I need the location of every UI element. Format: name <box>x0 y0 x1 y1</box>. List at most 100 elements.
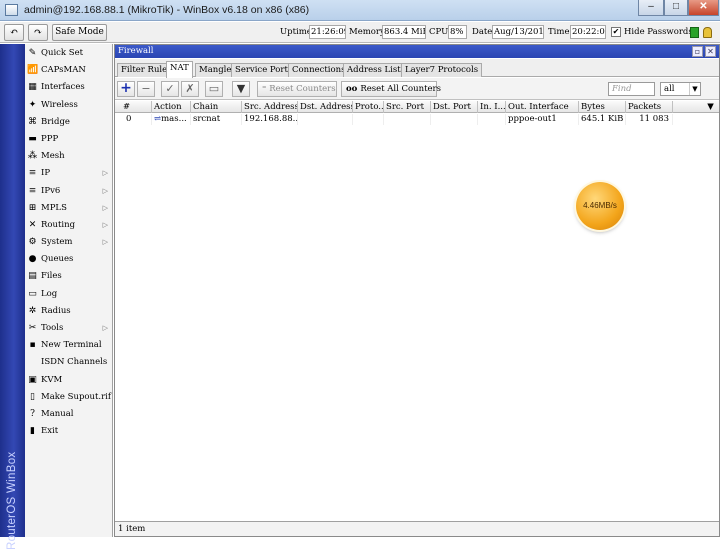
reset-all-counters-button[interactable]: oo Reset All Counters <box>341 81 441 97</box>
cell-chain: srcnat <box>191 114 242 125</box>
sidebar-item-label: Routing <box>41 219 76 230</box>
routing-icon: ✕ <box>28 219 37 230</box>
files-icon: ▤ <box>28 271 37 282</box>
sidebar-item-manual[interactable]: ? Manual <box>25 406 113 423</box>
tab-nat[interactable]: NAT <box>166 61 193 78</box>
redo-icon[interactable]: ↷ <box>28 24 48 41</box>
close-button[interactable]: ✕ <box>688 0 719 16</box>
maximize-button[interactable]: □ <box>664 0 688 16</box>
filter-select[interactable]: all ▼ <box>660 82 701 96</box>
uptime-value: 21:26:09 <box>309 25 346 39</box>
column-header[interactable]: Src. Port <box>384 101 431 113</box>
sidebar-brand-bar: RouterOS WinBox <box>0 44 25 550</box>
sidebar-item-files[interactable]: ▤ Files <box>25 268 113 285</box>
column-header[interactable]: Proto... <box>353 101 384 113</box>
terminal-icon: ▪ <box>29 340 36 351</box>
mpls-icon: ⊞ <box>28 202 37 213</box>
title-bar[interactable]: admin@192.168.88.1 (MikroTik) - WinBox v… <box>0 0 720 21</box>
memory-value: 863.4 MiB <box>382 25 426 39</box>
tab-layer7-protocols[interactable]: Layer7 Protocols <box>401 63 483 77</box>
column-header[interactable]: Bytes <box>579 101 626 113</box>
tab-address-lists[interactable]: Address Lists <box>343 63 410 77</box>
find-input[interactable]: Find <box>608 82 655 96</box>
disable-icon[interactable]: ✗ <box>181 81 199 97</box>
sidebar-item-label: Mesh <box>41 151 65 162</box>
sidebar-item-capsman[interactable]: 📶 CAPsMAN <box>25 62 113 79</box>
interfaces-icon: ▦ <box>28 82 37 93</box>
filter-icon[interactable]: ▼ <box>232 81 250 97</box>
undo-icon[interactable]: ↶ <box>4 24 24 41</box>
hide-passwords-checkbox[interactable]: ✔ <box>611 27 621 37</box>
sidebar-item-label: Files <box>41 271 62 282</box>
sidebar-item-tools[interactable]: ✂ Tools ▷ <box>25 320 113 337</box>
sidebar-item-routing[interactable]: ✕ Routing ▷ <box>25 217 113 234</box>
comment-icon[interactable]: ▭ <box>205 81 223 97</box>
sidebar-item-log[interactable]: ▭ Log <box>25 286 113 303</box>
speed-widget[interactable]: 4.46MB/s <box>576 182 624 230</box>
reset-counters-button[interactable]: ⁼ Reset Counters <box>257 81 337 97</box>
sidebar-item-label: Manual <box>41 408 74 419</box>
sidebar-item-isdn-channels[interactable]: ISDN Channels <box>25 354 113 371</box>
sidebar-item-label: PPP <box>41 133 59 144</box>
submenu-arrow-icon: ▷ <box>102 186 108 195</box>
cell-dst-address <box>298 114 353 125</box>
sidebar-item-ppp[interactable]: ▬ PPP <box>25 131 113 148</box>
ppp-icon: ▬ <box>28 133 37 144</box>
sidebar-item-wireless[interactable]: ✦ Wireless <box>25 97 113 114</box>
window-close-icon[interactable]: ✕ <box>705 46 716 57</box>
sidebar-item-mpls[interactable]: ⊞ MPLS ▷ <box>25 200 113 217</box>
sidebar-item-quick-set[interactable]: ✎ Quick Set <box>25 45 113 62</box>
time-value: 20:22:09 <box>570 25 606 39</box>
cell-out-interface: pppoe-out1 <box>506 114 579 125</box>
column-header[interactable]: Packets <box>626 101 673 113</box>
tab-mangle[interactable]: Mangle <box>195 63 236 77</box>
tab-service-ports[interactable]: Service Ports <box>231 63 297 77</box>
safe-mode-button[interactable]: Safe Mode <box>52 24 107 41</box>
sidebar-item-exit[interactable]: ▮ Exit <box>25 423 113 440</box>
firewall-window-title[interactable]: Firewall ▫ ✕ <box>115 45 719 58</box>
add-icon[interactable]: + <box>117 81 135 97</box>
column-header[interactable]: In. I... <box>478 101 506 113</box>
status-bar: 1 item <box>115 521 719 536</box>
enable-icon[interactable]: ✓ <box>161 81 179 97</box>
cell-dst-port <box>431 114 478 125</box>
sidebar-item-mesh[interactable]: ⁂ Mesh <box>25 148 113 165</box>
sidebar-item-interfaces[interactable]: ▦ Interfaces <box>25 79 113 96</box>
column-header[interactable]: Dst. Port <box>431 101 478 113</box>
sidebar-item-label: CAPsMAN <box>41 65 86 76</box>
column-header[interactable]: # <box>115 101 152 113</box>
sidebar-item-bridge[interactable]: ⌘ Bridge <box>25 114 113 131</box>
reset-all-counters-icon: oo <box>346 84 361 94</box>
sidebar-item-make-supout-rif[interactable]: ▯ Make Supout.rif <box>25 389 113 406</box>
column-header[interactable]: Dst. Address <box>298 101 353 113</box>
column-header[interactable]: Src. Address <box>242 101 298 113</box>
firewall-title-text: Firewall <box>118 46 154 56</box>
column-header[interactable]: Out. Interface <box>506 101 579 113</box>
sidebar-item-label: ISDN Channels <box>41 357 108 368</box>
sidebar-item-label: Queues <box>41 254 74 265</box>
sidebar-item-system[interactable]: ⚙ System ▷ <box>25 234 113 251</box>
mesh-icon: ⁂ <box>28 151 37 162</box>
sidebar-item-label: Interfaces <box>41 82 85 93</box>
sidebar-item-ipv6[interactable]: ≡ IPv6 ▷ <box>25 183 113 200</box>
radius-icon: ✲ <box>28 305 37 316</box>
cpu-value: 8% <box>448 25 467 39</box>
columns-menu-icon[interactable]: ▼ <box>700 101 719 113</box>
sidebar-item-queues[interactable]: ● Queues <box>25 251 113 268</box>
sidebar-item-label: New Terminal <box>41 340 102 351</box>
tab-connections[interactable]: Connections <box>288 63 350 77</box>
remove-icon[interactable]: − <box>137 81 155 97</box>
sidebar-item-kvm[interactable]: ▣ KVM <box>25 372 113 389</box>
column-header[interactable]: Chain <box>191 101 242 113</box>
window-restore-icon[interactable]: ▫ <box>692 46 703 57</box>
sidebar-item-ip[interactable]: ≡ IP ▷ <box>25 165 113 182</box>
sidebar-item-new-terminal[interactable]: ▪ New Terminal <box>25 337 113 354</box>
sidebar-item-label: MPLS <box>41 202 67 213</box>
column-header[interactable]: Action <box>152 101 191 113</box>
main-toolbar: ↶ ↷ Safe Mode Uptime: 21:26:09 Memory: 8… <box>0 22 720 43</box>
chevron-down-icon: ▼ <box>689 83 700 95</box>
minimize-button[interactable]: – <box>638 0 664 16</box>
manual-icon: ? <box>30 408 35 419</box>
table-row[interactable]: 0 ⇌mas... srcnat 192.168.88... pppoe-out… <box>115 114 719 125</box>
sidebar-item-radius[interactable]: ✲ Radius <box>25 303 113 320</box>
